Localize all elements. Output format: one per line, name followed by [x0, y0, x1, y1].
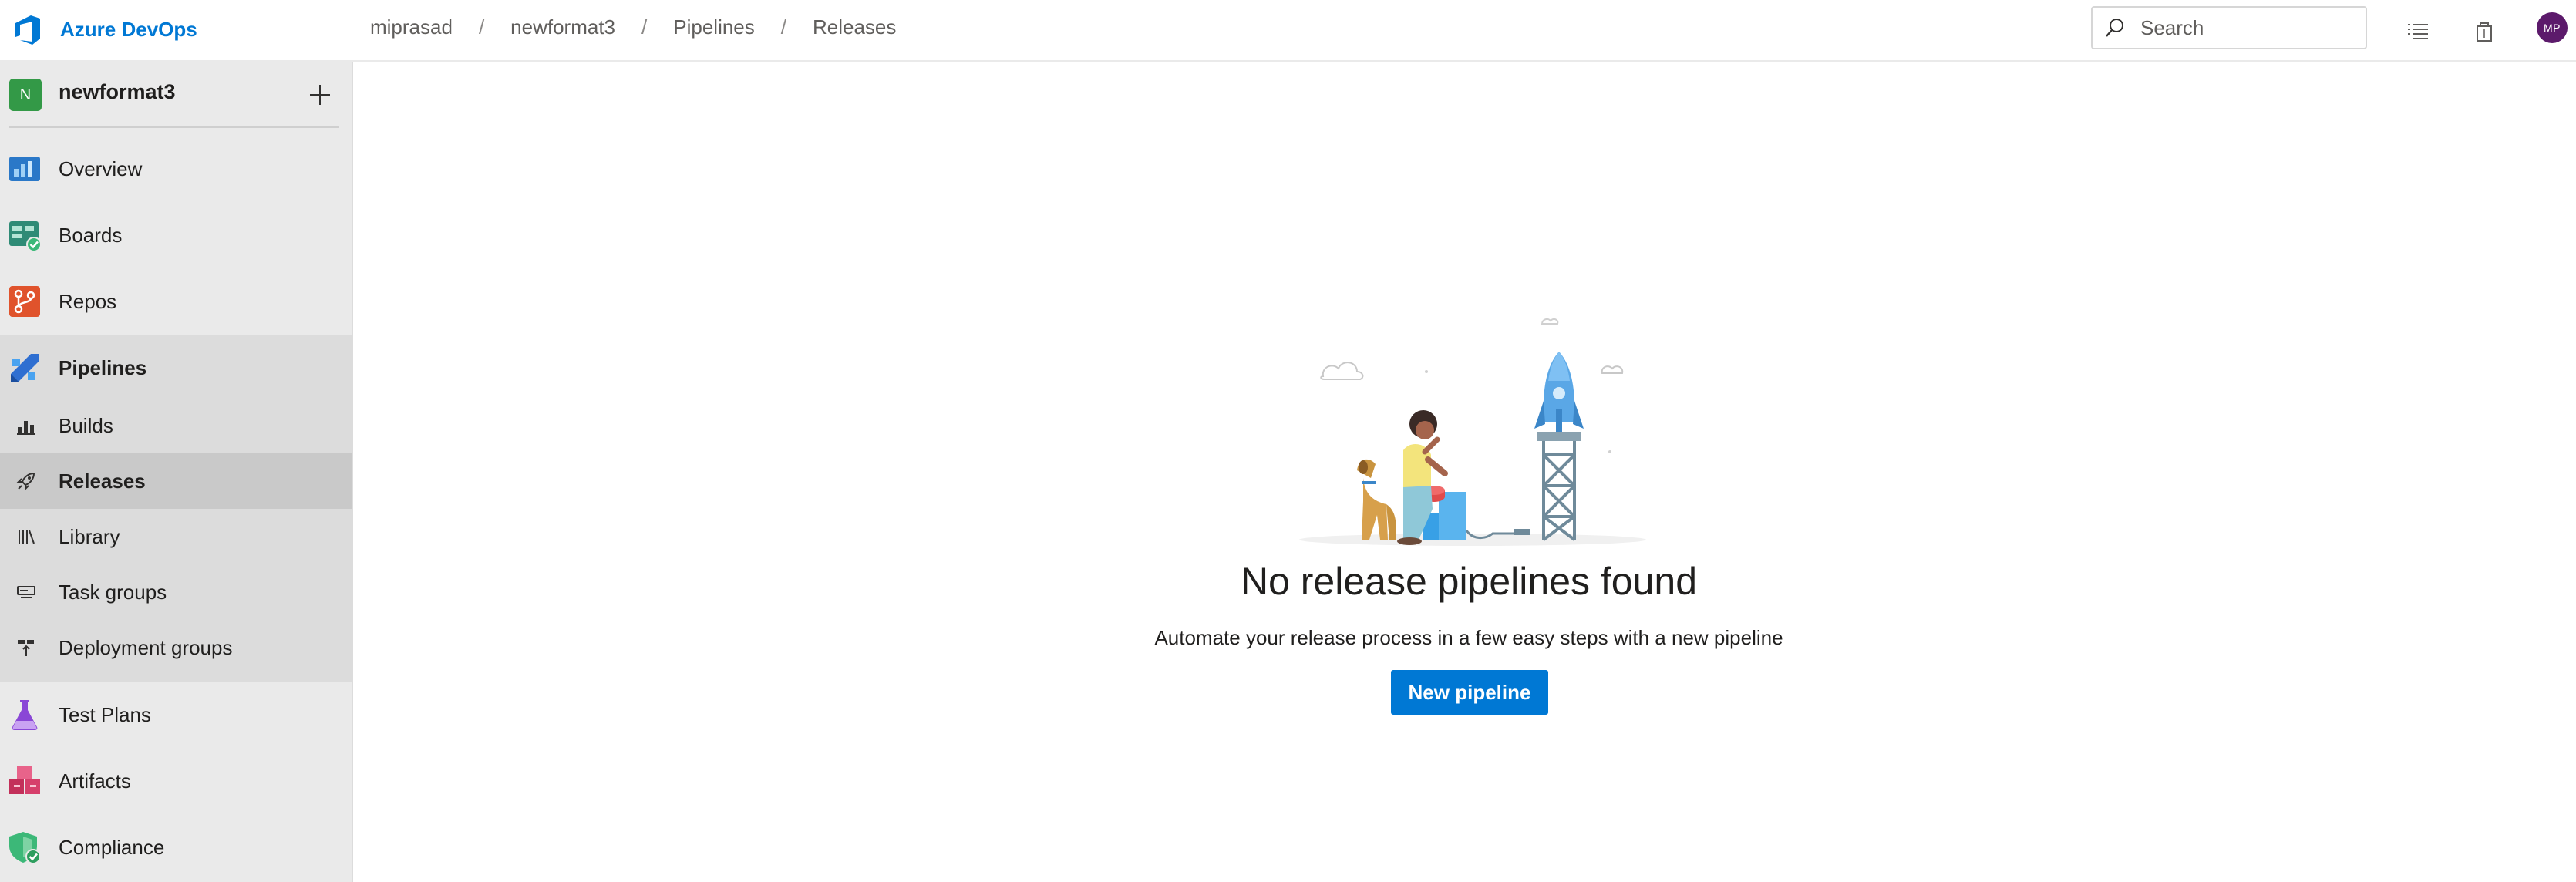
search-input[interactable] [2139, 15, 2358, 41]
sidebar-item-deployment-groups[interactable]: Deployment groups [0, 620, 352, 675]
empty-state-description: Automate your release process in a few e… [1154, 626, 1783, 649]
breadcrumb-pipelines[interactable]: Pipelines [673, 15, 755, 39]
list-icon [2408, 24, 2428, 39]
sidebar-item-label: Pipelines [59, 355, 147, 379]
sidebar-item-label: Releases [59, 470, 146, 493]
sidebar-item-repos[interactable]: Repos [0, 268, 352, 335]
top-bar: Azure DevOps miprasad / newformat3 / Pip… [0, 0, 2576, 62]
sidebar-item-label: Artifacts [59, 769, 131, 793]
sidebar-item-task-groups[interactable]: Task groups [0, 564, 352, 620]
marketplace-button[interactable] [2469, 15, 2500, 46]
sidebar-item-label: Deployment groups [59, 636, 233, 659]
sidebar-item-test-plans[interactable]: Test Plans [0, 682, 352, 748]
project-header: N newformat3 [0, 62, 352, 126]
boards-icon [9, 221, 42, 252]
new-pipeline-button[interactable]: New pipeline [1391, 670, 1548, 715]
breadcrumb: miprasad / newformat3 / Pipelines / Rele… [370, 15, 896, 39]
sidebar-item-label: Test Plans [59, 702, 151, 726]
builds-icon [17, 421, 35, 435]
sidebar-item-builds[interactable]: Builds [0, 398, 352, 453]
pipelines-group: Pipelines Builds Releases Library Task g… [0, 335, 352, 682]
sidebar-item-label: Library [59, 525, 120, 548]
release-empty-illustration [1299, 318, 1646, 546]
sidebar-item-boards[interactable]: Boards [0, 202, 352, 268]
empty-state-title: No release pipelines found [1240, 560, 1698, 603]
app-name: Azure DevOps [60, 17, 197, 41]
search-icon [2106, 19, 2123, 37]
rocket-icon [16, 472, 35, 491]
breadcrumb-separator: / [641, 15, 648, 39]
plus-icon [310, 85, 330, 105]
breadcrumb-separator: / [780, 15, 786, 39]
sidebar-item-pipelines[interactable]: Pipelines [0, 335, 352, 401]
sidebar-item-library[interactable]: Library [0, 509, 352, 564]
deployment-groups-icon [18, 640, 34, 656]
project-name[interactable]: newformat3 [59, 80, 176, 104]
shopping-bag-icon [2477, 22, 2492, 42]
repos-icon [9, 286, 40, 317]
pipelines-icon [11, 354, 39, 382]
sidebar-item-label: Task groups [59, 581, 167, 604]
breadcrumb-project[interactable]: newformat3 [510, 15, 615, 39]
azure-devops-logo-icon [15, 15, 40, 45]
brand-link[interactable]: Azure DevOps [9, 11, 197, 48]
sidebar-item-label: Boards [59, 223, 123, 247]
search-box[interactable] [2091, 6, 2367, 49]
breadcrumb-releases[interactable]: Releases [813, 15, 896, 39]
test-plans-icon [12, 700, 38, 730]
sidebar-item-releases[interactable]: Releases [0, 453, 352, 509]
compliance-shield-icon [9, 832, 41, 864]
work-items-button[interactable] [2403, 15, 2433, 46]
overview-icon [9, 157, 40, 181]
library-icon [19, 530, 35, 544]
sidebar-item-artifacts[interactable]: Artifacts [0, 748, 352, 814]
project-avatar: N [9, 79, 42, 111]
sidebar-item-label: Overview [59, 157, 143, 180]
task-groups-icon [17, 586, 35, 598]
user-avatar[interactable]: MP [2537, 12, 2568, 43]
sidebar-item-label: Builds [59, 414, 113, 437]
sidebar: N newformat3 Overview Boards Repos Pipel… [0, 62, 353, 882]
sidebar-item-label: Compliance [59, 835, 165, 859]
divider [9, 126, 339, 128]
add-button[interactable] [305, 80, 335, 109]
sidebar-item-overview[interactable]: Overview [0, 136, 352, 202]
sidebar-item-label: Repos [59, 289, 117, 313]
breadcrumb-separator: / [478, 15, 485, 39]
artifacts-icon [9, 766, 40, 794]
sidebar-item-compliance[interactable]: Compliance [0, 814, 352, 880]
breadcrumb-organization[interactable]: miprasad [370, 15, 453, 39]
